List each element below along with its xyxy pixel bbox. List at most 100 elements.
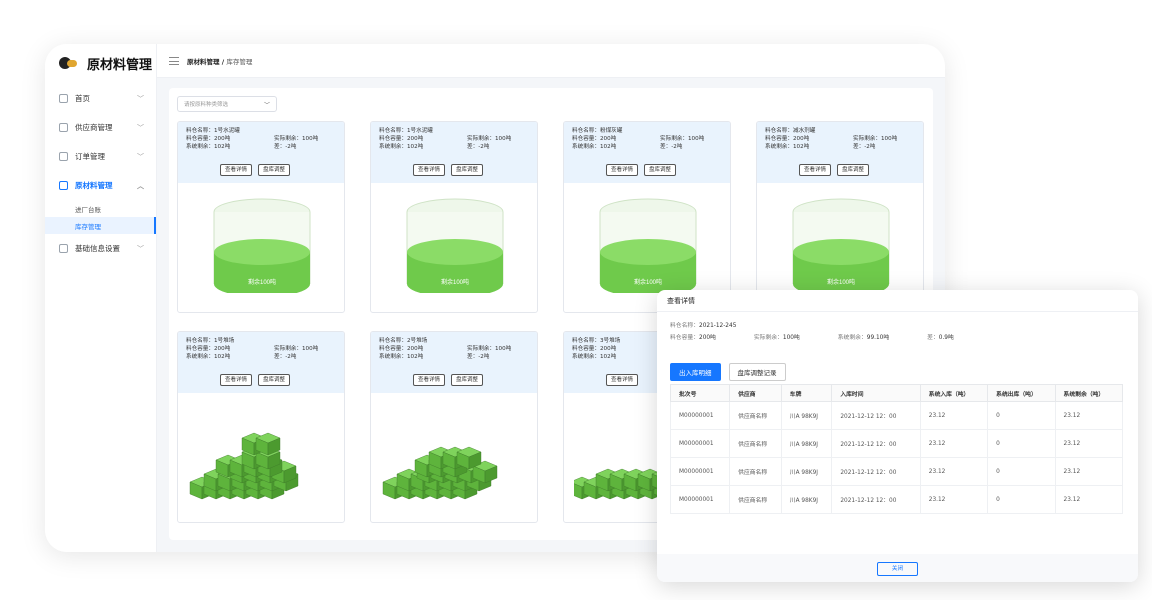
table-header: 批次号 [669, 384, 731, 402]
table-header: 系统剩余（吨） [1054, 384, 1124, 402]
silo-name: 料仓名称：1号水泥罐 [379, 128, 433, 134]
sidebar-subitem-inventory[interactable]: 库存管理 [45, 217, 156, 234]
sidebar-item-material[interactable]: 原材料管理 ︿ [45, 171, 156, 200]
table-header: 系统入库（吨） [919, 384, 989, 402]
logo-icon [59, 55, 79, 71]
sidebar-item-label: 供应商管理 [75, 123, 113, 132]
tank-remain-label: 剩余100吨 [634, 278, 662, 286]
silo-capacity: 料仓容量：200吨 [379, 346, 424, 352]
table-row[interactable]: M00000001 供应商名称 川A 98K9J 2021-12-12 12：00 23… [669, 429, 1124, 458]
inventory-adjust-button[interactable]: 盘库调整 [451, 164, 484, 176]
tank-graphic: 剩余100吨 [599, 198, 697, 293]
inventory-adjust-button[interactable]: 盘库调整 [837, 164, 870, 176]
table-cell: 供应商名称 [729, 401, 782, 430]
inventory-adjust-button[interactable]: 盘库调整 [258, 164, 291, 176]
table-cell: 供应商名称 [729, 429, 782, 458]
silo-diff: 差：-2吨 [660, 144, 683, 150]
table-header: 系统出库（吨） [987, 384, 1056, 402]
view-detail-button[interactable]: 查看详情 [606, 164, 639, 176]
table-cell: 0 [987, 485, 1056, 514]
inventory-adjust-button[interactable]: 盘库调整 [451, 374, 484, 386]
info-value: 100吨 [782, 335, 800, 341]
stockpile-graphic [189, 432, 299, 500]
table-row[interactable]: M00000001 供应商名称 川A 98K9J 2021-12-12 12：00 23… [669, 457, 1124, 486]
sidebar-item-order[interactable]: 订单管理 ﹀ [45, 142, 156, 171]
silo-capacity: 料仓容量：200吨 [572, 346, 617, 352]
silo-system: 系统剩余：102吨 [186, 144, 231, 150]
sidebar-subitem-entry-ledger[interactable]: 进厂台账 [45, 200, 156, 217]
close-button[interactable]: 关闭 [877, 562, 918, 576]
table-cell: 2021-12-12 12：00 [831, 457, 921, 486]
table-cell: 23.12 [1054, 457, 1124, 486]
silo-system: 系统剩余：102吨 [572, 144, 617, 150]
info-value: 99.10吨 [866, 335, 890, 341]
tank-remain-label: 剩余100吨 [248, 278, 276, 286]
filter-placeholder: 请按原料种类筛选 [184, 102, 229, 108]
supplier-icon [59, 123, 68, 132]
silo-card: 料仓名称：1号水泥罐 料仓容量：200吨 实际剩余：100吨 系统剩余：102吨 差：-… [370, 121, 538, 313]
top-bar: 原材料管理 / 库存管理 [157, 44, 945, 78]
view-detail-button[interactable]: 查看详情 [413, 164, 446, 176]
silo-name: 料仓名称：粉煤灰罐 [572, 128, 623, 134]
sidebar-item-home[interactable]: 首页 ﹀ [45, 84, 156, 113]
silo-actual: 实际剩余：100吨 [467, 136, 512, 142]
table-cell: 0 [987, 401, 1056, 430]
material-type-filter[interactable]: 请按原料种类筛选 ﹀ [177, 96, 277, 112]
info-value: 2021-12-245 [699, 323, 737, 329]
table-cell: 23.12 [919, 457, 989, 486]
table-cell: 2021-12-12 12：00 [831, 401, 921, 430]
silo-capacity: 料仓容量：200吨 [572, 136, 617, 142]
view-detail-button[interactable]: 查看详情 [220, 374, 253, 386]
silo-name: 料仓名称：2号堆场 [379, 338, 428, 344]
view-detail-button[interactable]: 查看详情 [413, 374, 446, 386]
info-label: 实际剩余： [753, 335, 783, 341]
silo-diff: 差：-2吨 [467, 354, 490, 360]
modal-info: 料仓名称：2021-12-245 料仓容量：200吨 实际剩余：100吨 系统剩余：… [657, 312, 1138, 352]
silo-actual: 实际剩余：100吨 [274, 136, 319, 142]
tab-inout-detail[interactable]: 出入库明细 [670, 363, 721, 381]
inventory-adjust-button[interactable]: 盘库调整 [258, 374, 291, 386]
tank-graphic: 剩余100吨 [213, 198, 311, 293]
table-cell: 23.12 [919, 485, 989, 514]
table-cell: 23.12 [919, 401, 989, 430]
silo-name: 料仓名称：1号水泥罐 [186, 128, 240, 134]
silo-actual: 实际剩余：100吨 [853, 136, 898, 142]
sidebar-item-label: 原材料管理 [75, 181, 113, 190]
silo-actual: 实际剩余：100吨 [467, 346, 512, 352]
cube [255, 432, 281, 456]
table-cell: 供应商名称 [729, 485, 782, 514]
table-cell: M00000001 [669, 429, 731, 458]
sidebar-item-supplier[interactable]: 供应商管理 ﹀ [45, 113, 156, 142]
inventory-adjust-button[interactable]: 盘库调整 [644, 164, 677, 176]
view-detail-button[interactable]: 查看详情 [220, 164, 253, 176]
tab-adjust-record[interactable]: 盘库调整记录 [728, 363, 786, 381]
silo-info: 料仓名称：1号水泥罐 料仓容量：200吨 实际剩余：100吨 系统剩余：102吨 差：-… [371, 122, 537, 183]
detail-modal: 查看详情 料仓名称：2021-12-245 料仓容量：200吨 实际剩余：100吨… [657, 290, 1138, 582]
menu-toggle-icon[interactable] [169, 56, 179, 65]
table-cell: 0 [987, 457, 1056, 486]
tank-remain-label: 剩余100吨 [441, 278, 469, 286]
sidebar-item-settings[interactable]: 基础信息设置 ﹀ [45, 234, 156, 263]
silo-system: 系统剩余：102吨 [765, 144, 810, 150]
settings-icon [59, 244, 68, 253]
table-cell: 2021-12-12 12：00 [831, 485, 921, 514]
silo-actual: 实际剩余：100吨 [274, 346, 319, 352]
sidebar-item-label: 基础信息设置 [75, 244, 120, 253]
breadcrumb-parent[interactable]: 原材料管理 [187, 58, 220, 66]
tank-graphic: 剩余100吨 [406, 198, 504, 293]
silo-info: 料仓名称：1号水泥罐 料仓容量：200吨 实际剩余：100吨 系统剩余：102吨 差：-… [178, 122, 344, 183]
table-cell: M00000001 [669, 457, 731, 486]
silo-info: 料仓名称：减水剂罐 料仓容量：200吨 实际剩余：100吨 系统剩余：102吨 差：-2… [757, 122, 923, 183]
silo-card: 料仓名称：减水剂罐 料仓容量：200吨 实际剩余：100吨 系统剩余：102吨 差：-2… [756, 121, 924, 313]
view-detail-button[interactable]: 查看详情 [606, 374, 639, 386]
silo-card: 料仓名称：2号堆场 料仓容量：200吨 实际剩余：100吨 系统剩余：102吨 差：-2… [370, 331, 538, 523]
view-detail-button[interactable]: 查看详情 [799, 164, 832, 176]
table-row[interactable]: M00000001 供应商名称 川A 98K9J 2021-12-12 12：00 23… [669, 485, 1124, 514]
table-cell: M00000001 [669, 485, 731, 514]
silo-name: 料仓名称：减水剂罐 [765, 128, 816, 134]
sidebar-item-label: 订单管理 [75, 152, 105, 161]
table-cell: 川A 98K9J [780, 429, 833, 458]
silo-diff: 差：-2吨 [853, 144, 876, 150]
detail-table: 批次号 供应商 车牌 入库时间 系统入库（吨） 系统出库（吨） 系统剩余（吨） M00000… [669, 384, 1124, 514]
table-row[interactable]: M00000001 供应商名称 川A 98K9J 2021-12-12 12：00 23… [669, 401, 1124, 430]
